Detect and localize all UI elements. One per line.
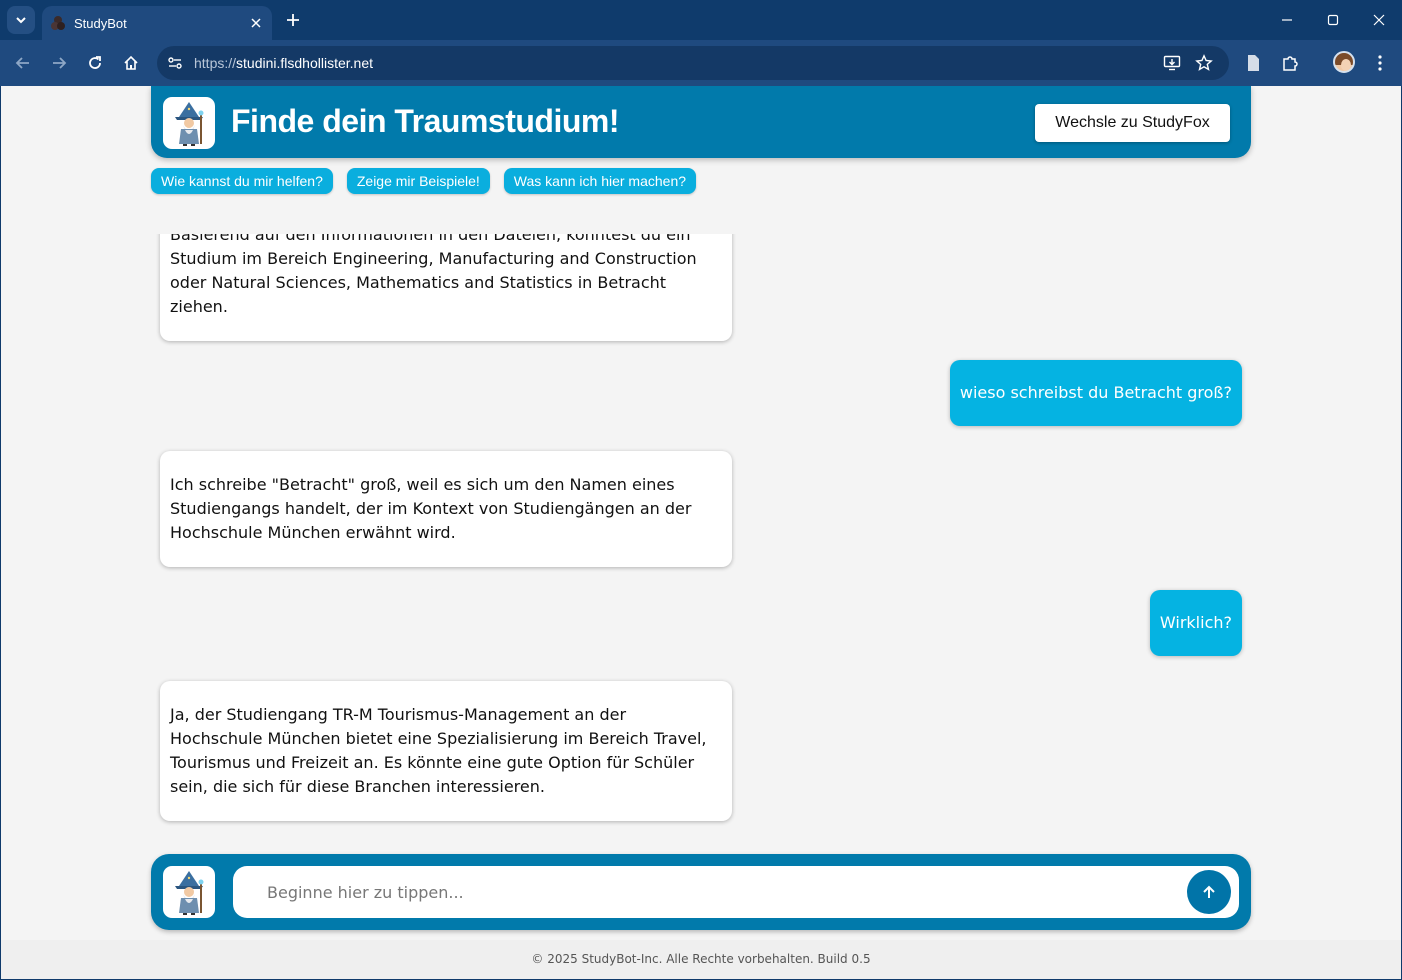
message-input-wrapper — [233, 866, 1239, 918]
arrow-up-icon — [1203, 885, 1215, 898]
user-message: Wirklich? — [1149, 590, 1242, 656]
wizard-icon — [175, 102, 204, 146]
favicon-icon — [51, 16, 65, 30]
close-window-button[interactable] — [1356, 0, 1402, 40]
profile-avatar[interactable] — [1333, 51, 1355, 73]
plus-icon — [287, 14, 299, 26]
composer-logo — [163, 866, 215, 918]
reading-list-icon[interactable] — [1239, 49, 1267, 77]
chip-show-examples[interactable]: Zeige mir Beispiele! — [346, 168, 490, 194]
arrow-left-icon — [15, 57, 29, 69]
minimize-icon — [1282, 19, 1292, 21]
home-button[interactable] — [117, 49, 145, 77]
close-icon — [1373, 14, 1385, 26]
site-info-icon[interactable] — [163, 51, 187, 75]
back-button[interactable] — [9, 49, 37, 77]
url-scheme: https:// — [194, 55, 237, 71]
chat-log[interactable]: Basierend auf den Informationen in den D… — [1, 234, 1401, 846]
bot-message: Ich schreibe "Betracht" groß, weil es si… — [160, 451, 732, 567]
bookmark-star-icon[interactable] — [1192, 51, 1216, 75]
footer-text: © 2025 StudyBot-Inc. Alle Rechte vorbeha… — [1, 940, 1401, 979]
browser-tab[interactable]: StudyBot — [42, 6, 272, 40]
tab-search-button[interactable] — [7, 6, 35, 34]
message-input[interactable] — [251, 874, 1171, 910]
page-title: Finde dein Traumstudium! — [231, 103, 620, 139]
address-bar[interactable]: https://studini.flsdhollister.net — [157, 46, 1229, 80]
url-host: studini.flsdhollister.net — [236, 55, 373, 71]
tab-title: StudyBot — [74, 15, 127, 31]
browser-menu-icon[interactable] — [1366, 49, 1394, 77]
maximize-icon — [1327, 14, 1339, 26]
browser-toolbar: https://studini.flsdhollister.net — [0, 40, 1402, 86]
home-icon — [124, 55, 138, 70]
tab-close-icon[interactable] — [244, 11, 268, 35]
user-message: wieso schreibst du Betracht groß? — [949, 360, 1242, 426]
switch-to-studyfox-button[interactable]: Wechsle zu StudyFox — [1035, 104, 1230, 142]
chevron-down-icon — [16, 17, 26, 24]
browser-tab-bar: StudyBot — [0, 0, 1402, 40]
new-tab-button[interactable] — [280, 7, 306, 33]
message-composer — [151, 854, 1251, 930]
chip-what-can-i-do[interactable]: Was kann ich hier machen? — [503, 168, 697, 194]
maximize-button[interactable] — [1310, 0, 1356, 40]
reload-icon — [89, 56, 101, 69]
bot-message: Basierend auf den Informationen in den D… — [160, 234, 732, 341]
extensions-icon[interactable] — [1276, 49, 1304, 77]
send-button[interactable] — [1187, 870, 1231, 914]
app-header: Finde dein Traumstudium! Wechsle zu Stud… — [151, 86, 1251, 158]
install-app-icon[interactable] — [1160, 51, 1184, 75]
suggestion-chips: Wie kannst du mir helfen? Zeige mir Beis… — [151, 168, 697, 194]
reload-button[interactable] — [81, 49, 109, 77]
arrow-right-icon — [53, 57, 67, 69]
url-text: https://studini.flsdhollister.net — [194, 55, 373, 71]
forward-button[interactable] — [45, 49, 73, 77]
chip-how-can-you-help[interactable]: Wie kannst du mir helfen? — [151, 168, 333, 194]
page-content: Finde dein Traumstudium! Wechsle zu Stud… — [1, 86, 1401, 979]
bot-message: Ja, der Studiengang TR-M Tourismus-Manag… — [160, 681, 732, 821]
wizard-icon — [175, 871, 204, 915]
minimize-button[interactable] — [1264, 0, 1310, 40]
app-logo — [163, 97, 215, 149]
